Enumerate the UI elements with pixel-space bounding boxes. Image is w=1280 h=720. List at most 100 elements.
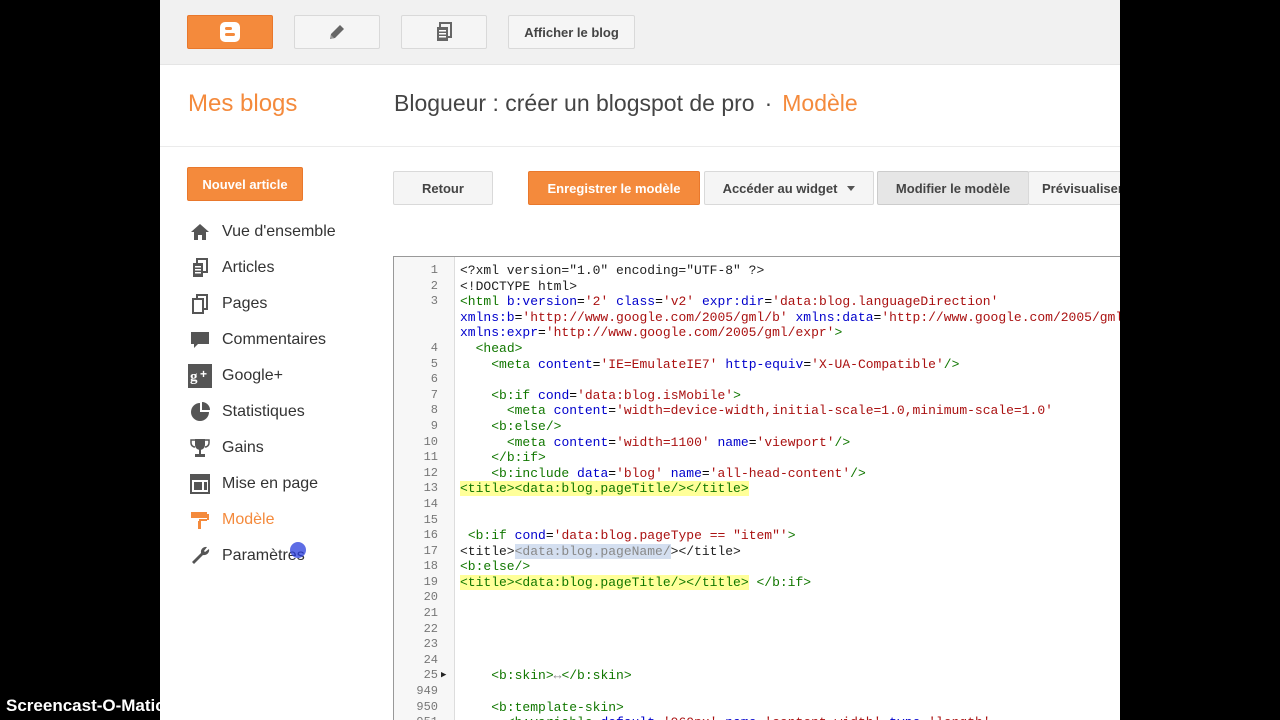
code-line[interactable]: 14 bbox=[394, 497, 1120, 513]
code-line[interactable]: 7 <b:if cond='data:blog.isMobile'> bbox=[394, 388, 1120, 404]
line-code: <b:else/> bbox=[491, 418, 562, 434]
sidebar-item-label: Statistiques bbox=[222, 403, 305, 420]
sidebar-item-label: Articles bbox=[222, 259, 275, 276]
posts-icon bbox=[437, 22, 452, 41]
code-line[interactable]: 24 bbox=[394, 653, 1120, 669]
code-line[interactable]: 951 <b:variable default='960px' name='co… bbox=[394, 715, 1120, 720]
line-code: <meta content='IE=EmulateIE7' http-equiv… bbox=[491, 356, 960, 372]
save-template-button[interactable]: Enregistrer le modèle bbox=[528, 171, 700, 205]
sidebar-item-pages[interactable]: Pages bbox=[188, 286, 336, 322]
line-number: 12 bbox=[423, 465, 438, 480]
line-number: 16 bbox=[423, 528, 438, 543]
code-line[interactable]: 3 <html b:version='2' class='v2' expr:dir… bbox=[394, 294, 1120, 310]
line-number: 5 bbox=[430, 356, 438, 371]
comments-icon bbox=[188, 328, 212, 352]
sidebar-item-google-plus[interactable]: g + Google+ bbox=[188, 358, 336, 394]
code-line[interactable]: 950 <b:template-skin> bbox=[394, 700, 1120, 716]
line-number: 13 bbox=[423, 481, 438, 496]
top-toolbar: Afficher le blog bbox=[160, 0, 1120, 65]
breadcrumb-separator: · bbox=[764, 90, 773, 116]
code-line[interactable]: 22 bbox=[394, 622, 1120, 638]
new-post-button[interactable]: Nouvel article bbox=[187, 167, 303, 201]
sidebar-item-layout[interactable]: Mise en page bbox=[188, 466, 336, 502]
sidebar-item-label: Mise en page bbox=[222, 475, 319, 492]
template-code-editor[interactable]: 1 <?xml version="1.0" encoding="UTF-8" ?>… bbox=[393, 256, 1120, 720]
code-line[interactable]: xmlns:expr='http://www.google.com/2005/g… bbox=[394, 325, 1120, 341]
posts-list-button[interactable] bbox=[401, 15, 487, 49]
line-code: xmlns:b='http://www.google.com/2005/gml/… bbox=[460, 309, 1120, 325]
line-code: <b:variable default='960px' name='conten… bbox=[460, 715, 991, 720]
sidebar-item-settings[interactable]: Paramètres bbox=[188, 538, 336, 574]
line-code: <!DOCTYPE html> bbox=[460, 278, 578, 294]
view-blog-button[interactable]: Afficher le blog bbox=[508, 15, 635, 49]
code-line[interactable]: 2 <!DOCTYPE html> bbox=[394, 279, 1120, 295]
line-number: 20 bbox=[423, 590, 438, 605]
code-line[interactable]: 17 <title><data:blog.pageName/></title> bbox=[394, 543, 1120, 560]
line-number: 950 bbox=[416, 699, 438, 714]
sidebar-item-comments[interactable]: Commentaires bbox=[188, 322, 336, 358]
line-number: 21 bbox=[423, 606, 438, 621]
line-number: 8 bbox=[430, 403, 438, 418]
sidebar-item-stats[interactable]: Statistiques bbox=[188, 394, 336, 430]
jump-to-widget-label: Accéder au widget bbox=[722, 180, 838, 196]
pages-icon bbox=[188, 292, 212, 316]
line-number: 11 bbox=[423, 450, 438, 465]
line-code: <title><data:blog.pageTitle/></title> </… bbox=[460, 574, 812, 590]
line-code: <b:skin>↔</b:skin> bbox=[491, 668, 632, 684]
code-line[interactable]: 6 bbox=[394, 372, 1120, 388]
line-code: <head> bbox=[475, 340, 523, 356]
sidebar-item-overview[interactable]: Vue d'ensemble bbox=[188, 214, 336, 250]
code-line[interactable]: 10 <meta content='width=1100' name='view… bbox=[394, 435, 1120, 451]
code-line[interactable]: 4 <head> bbox=[394, 341, 1120, 357]
code-line[interactable]: 949 bbox=[394, 684, 1120, 700]
code-line[interactable]: 25 ▶ <b:skin>↔</b:skin> bbox=[394, 668, 1120, 684]
blogger-logo-icon bbox=[220, 22, 240, 42]
line-code: <b:template-skin> bbox=[491, 699, 624, 715]
code-line[interactable]: 12 <b:include data='blog' name='all-head… bbox=[394, 466, 1120, 482]
edit-template-button[interactable]: Modifier le modèle bbox=[877, 171, 1029, 205]
code-line[interactable]: 8 <meta content='width=device-width,init… bbox=[394, 403, 1120, 419]
code-line[interactable]: 18 <b:else/> bbox=[394, 559, 1120, 575]
my-blogs-link[interactable]: Mes blogs bbox=[188, 90, 297, 118]
code-line[interactable]: 9 <b:else/> bbox=[394, 419, 1120, 435]
page-header: Mes blogs Blogueur : créer un blogspot d… bbox=[160, 64, 1120, 147]
new-post-pen-button[interactable] bbox=[294, 15, 380, 49]
sidebar-item-template[interactable]: Modèle bbox=[188, 502, 336, 538]
code-line[interactable]: 5 <meta content='IE=EmulateIE7' http-equ… bbox=[394, 357, 1120, 373]
code-line[interactable]: 21 bbox=[394, 606, 1120, 622]
wrench-icon bbox=[188, 544, 212, 568]
svg-text:g: g bbox=[190, 369, 198, 385]
sidebar-item-earnings[interactable]: Gains bbox=[188, 430, 336, 466]
sidebar-item-articles[interactable]: Articles bbox=[188, 250, 336, 286]
sidebar-item-label: Google+ bbox=[222, 367, 283, 384]
code-line[interactable]: 23 bbox=[394, 637, 1120, 653]
trophy-icon bbox=[188, 436, 212, 460]
jump-to-widget-dropdown[interactable]: Accéder au widget bbox=[704, 171, 874, 205]
code-line[interactable]: 1 <?xml version="1.0" encoding="UTF-8" ?> bbox=[394, 263, 1120, 279]
blogger-app: Afficher le blog Mes blogs Blogueur : cr… bbox=[160, 0, 1120, 720]
back-button[interactable]: Retour bbox=[393, 171, 493, 205]
line-number: 3 bbox=[430, 294, 438, 309]
fold-arrow-icon[interactable]: ▶ bbox=[441, 668, 446, 684]
line-code: <b:else/> bbox=[460, 559, 531, 575]
line-code: <title><data:blog.pageName/></title> bbox=[460, 543, 741, 559]
preview-template-button[interactable]: Prévisualiser bbox=[1028, 171, 1120, 205]
line-code: <b:if cond='data:blog.isMobile'> bbox=[491, 387, 741, 403]
sidebar-item-label: Vue d'ensemble bbox=[222, 223, 336, 240]
stats-icon bbox=[188, 400, 212, 424]
code-line[interactable]: 11 </b:if> bbox=[394, 450, 1120, 466]
svg-text:+: + bbox=[200, 367, 207, 381]
code-line[interactable]: 20 bbox=[394, 590, 1120, 606]
code-line[interactable]: 16 <b:if cond='data:blog.pageType == "it… bbox=[394, 528, 1120, 544]
sidebar-item-label: Commentaires bbox=[222, 331, 327, 348]
blogger-logo-button[interactable] bbox=[187, 15, 273, 49]
sidebar-item-label: Pages bbox=[222, 295, 268, 312]
blog-name[interactable]: Blogueur : créer un blogspot de pro bbox=[394, 90, 755, 116]
line-code: <b:include data='blog' name='all-head-co… bbox=[491, 465, 866, 481]
code-line[interactable]: xmlns:b='http://www.google.com/2005/gml/… bbox=[394, 310, 1120, 326]
code-line[interactable]: 15 bbox=[394, 513, 1120, 529]
code-line[interactable]: 19 <title><data:blog.pageTitle/></title> … bbox=[394, 574, 1120, 591]
code-line[interactable]: 13 <title><data:blog.pageTitle/></title> bbox=[394, 481, 1120, 497]
line-number: 22 bbox=[423, 621, 438, 636]
line-number: 9 bbox=[430, 418, 438, 433]
